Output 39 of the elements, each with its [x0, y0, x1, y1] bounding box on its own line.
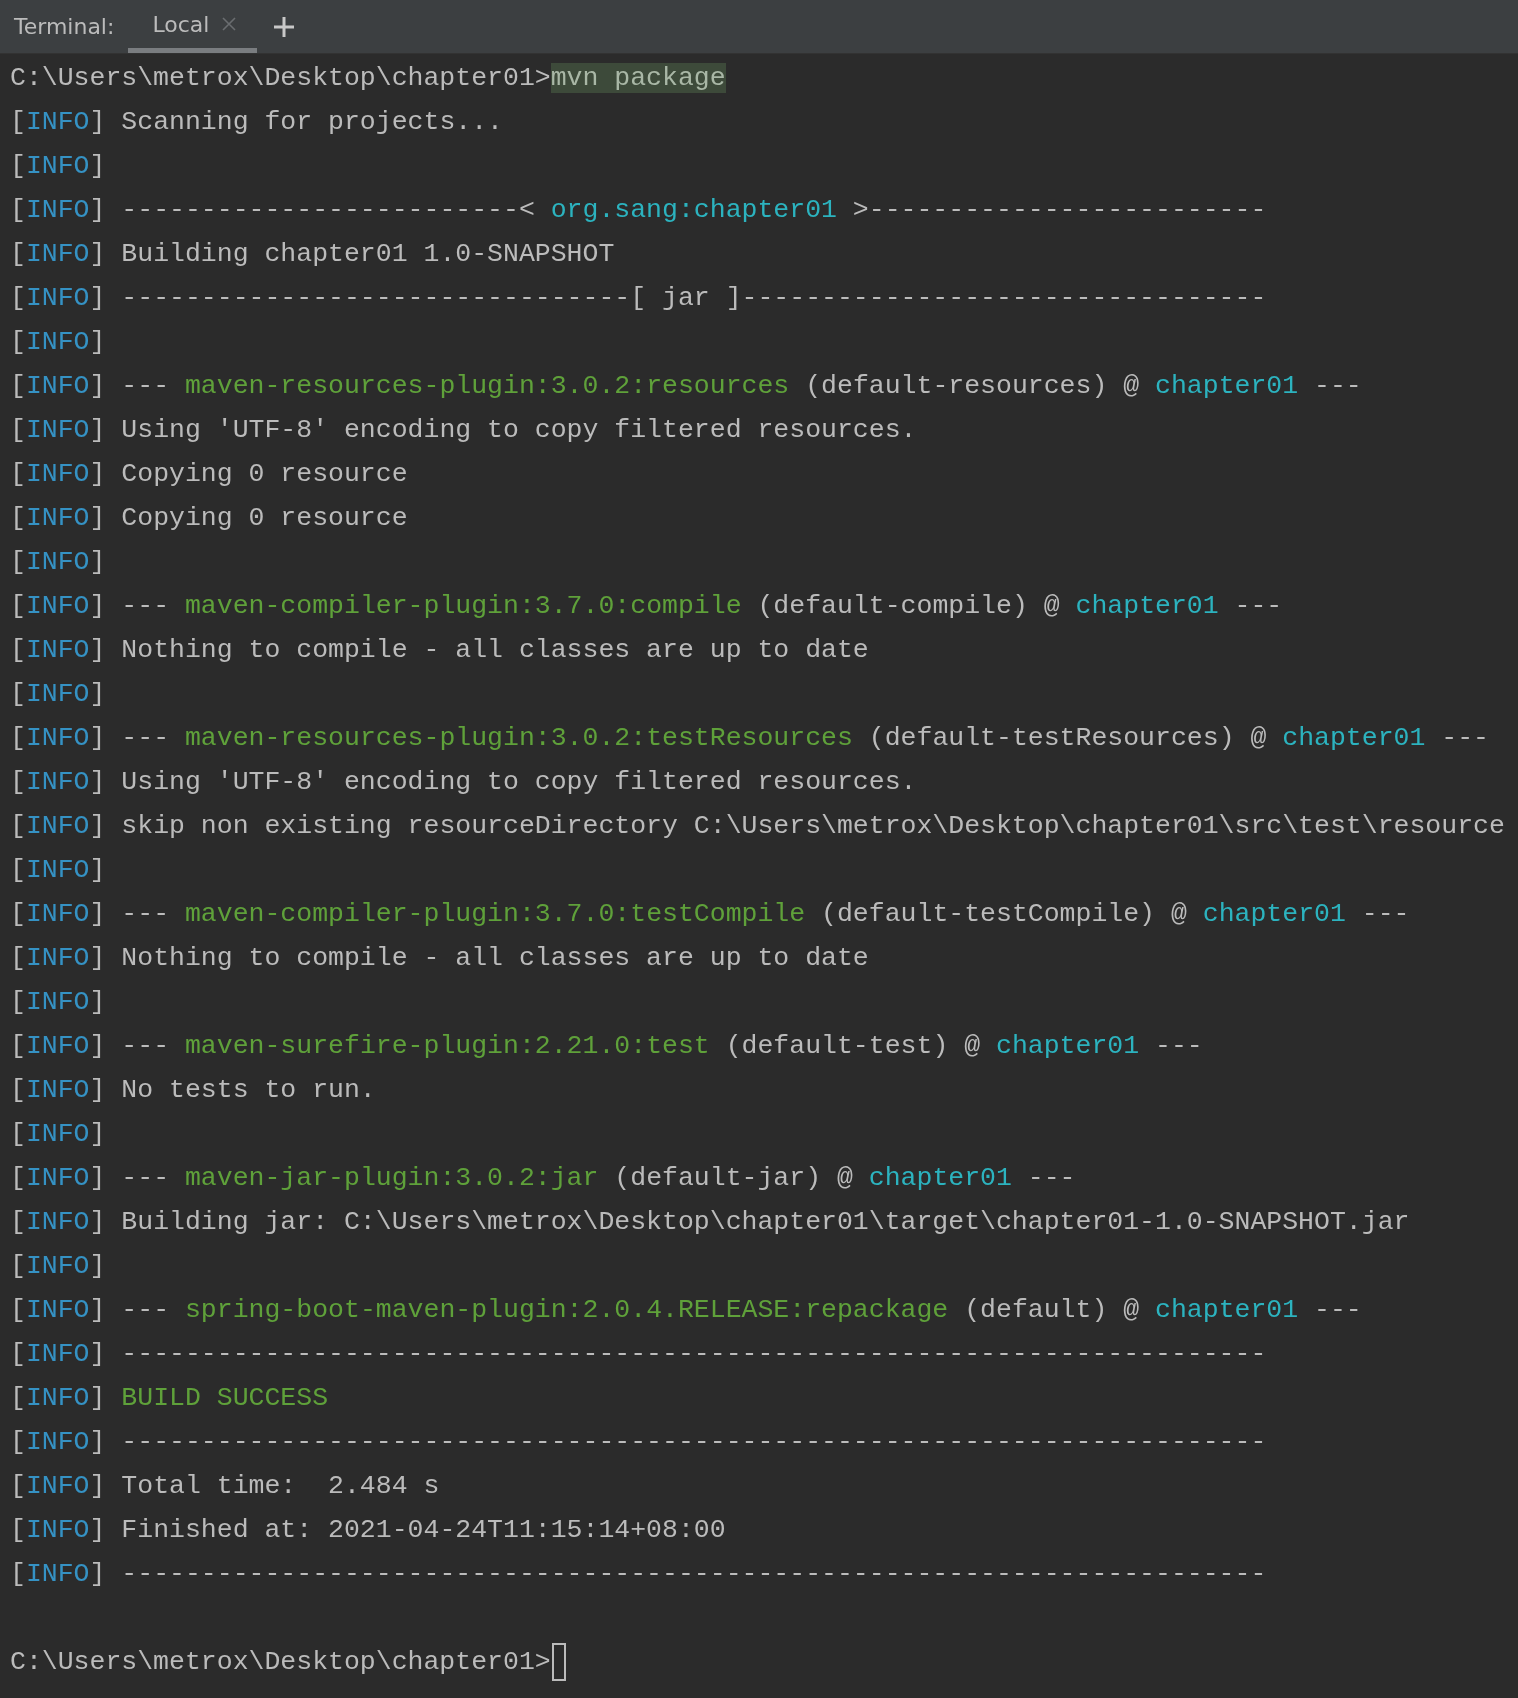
log-line: [INFO] ------------------------------------------------------------------------	[10, 1338, 1267, 1371]
log-line: [INFO]	[10, 546, 107, 579]
log-line: [INFO] skip non existing resourceDirectory C:\Users\metrox\Desktop\chapter01\src\test\resource	[10, 810, 1505, 843]
prompt-line: C:\Users\metrox\Desktop\chapter01>mvn package	[10, 62, 726, 95]
log-line: [INFO] Using 'UTF-8' encoding to copy filtered resources.	[10, 414, 917, 447]
log-line: [INFO] Scanning for projects...	[10, 106, 503, 139]
log-line: [INFO] No tests to run.	[10, 1074, 376, 1107]
log-line: [INFO] Finished at: 2021-04-24T11:15:14+08:00	[10, 1514, 726, 1547]
log-line: [INFO] Copying 0 resource	[10, 458, 408, 491]
log-line: [INFO] Copying 0 resource	[10, 502, 408, 535]
log-line: [INFO] Building chapter01 1.0-SNAPSHOT	[10, 238, 615, 271]
log-line: [INFO] BUILD SUCCESS	[10, 1382, 329, 1415]
log-line: [INFO] --- spring-boot-maven-plugin:2.0.4.RELEASE:repackage (default) @ chapter01 ---	[10, 1294, 1362, 1327]
log-line: [INFO] Nothing to compile - all classes are up to date	[10, 634, 869, 667]
log-line: [INFO]	[10, 150, 107, 183]
log-line: [INFO] Building jar: C:\Users\metrox\Desktop\chapter01\target\chapter01-1.0-SNAPSHOT.jar	[10, 1206, 1410, 1239]
log-line: [INFO]	[10, 678, 107, 711]
log-line: [INFO] --- maven-jar-plugin:3.0.2:jar (default-jar) @ chapter01 ---	[10, 1162, 1076, 1195]
log-line: [INFO] --- maven-compiler-plugin:3.7.0:compile (default-compile) @ chapter01 ---	[10, 590, 1283, 623]
log-line: [INFO] -------------------------< org.sang:chapter01 >-------------------------	[10, 194, 1267, 227]
log-line: [INFO] Using 'UTF-8' encoding to copy filtered resources.	[10, 766, 917, 799]
log-line: [INFO] Total time: 2.484 s	[10, 1470, 440, 1503]
terminal-title: Terminal:	[13, 13, 116, 41]
log-line: [INFO] Nothing to compile - all classes are up to date	[10, 942, 869, 975]
log-line: [INFO]	[10, 326, 107, 359]
log-line: [INFO] --- maven-resources-plugin:3.0.2:testResources (default-testResources) @ chapter01 ---	[10, 722, 1489, 755]
log-line: [INFO]	[10, 1118, 107, 1151]
log-line: [INFO]	[10, 1250, 107, 1283]
terminal-tab[interactable]: Local	[128, 0, 258, 53]
log-line: [INFO] --- maven-surefire-plugin:2.21.0:test (default-test) @ chapter01 ---	[10, 1030, 1203, 1063]
log-line: [INFO] --------------------------------[ jar ]---------------------------------	[10, 282, 1267, 315]
prompt-line: C:\Users\metrox\Desktop\chapter01>	[10, 1646, 551, 1679]
log-line: [INFO] ------------------------------------------------------------------------	[10, 1558, 1267, 1591]
plus-icon	[273, 15, 296, 38]
log-line: [INFO]	[10, 854, 107, 887]
log-line: [INFO] --- maven-compiler-plugin:3.7.0:testCompile (default-testCompile) @ chapter01 ---	[10, 898, 1410, 931]
log-line: [INFO]	[10, 986, 107, 1019]
log-line: [INFO] --- maven-resources-plugin:3.0.2:resources (default-resources) @ chapter01 ---	[10, 370, 1362, 403]
log-line: [INFO] ------------------------------------------------------------------------	[10, 1426, 1267, 1459]
